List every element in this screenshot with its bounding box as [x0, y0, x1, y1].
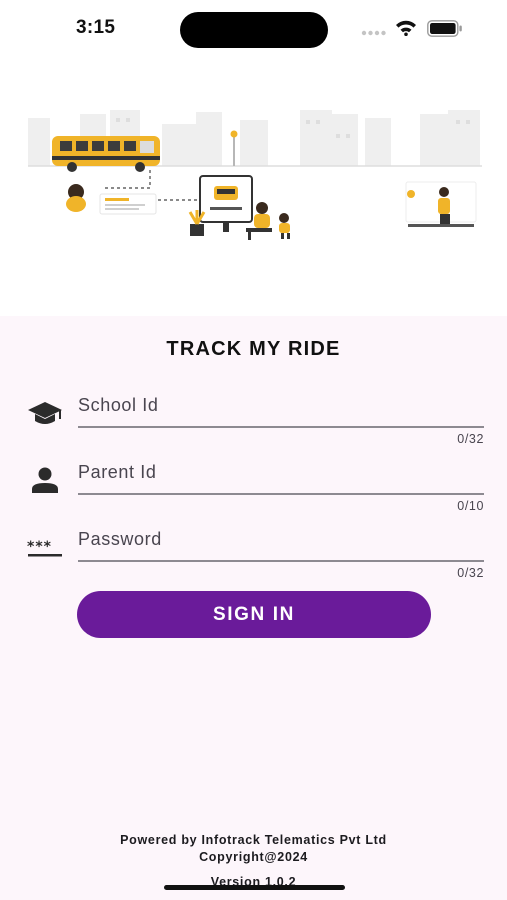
- battery-icon: [427, 20, 462, 37]
- parent-id-input[interactable]: [78, 459, 484, 485]
- parent-id-counter: 0/10: [457, 499, 484, 513]
- powered-by-text: Powered by Infotrack Telematics Pvt Ltd: [120, 833, 387, 847]
- status-bar: 3:15: [0, 0, 507, 58]
- school-id-input[interactable]: [78, 392, 484, 418]
- parent-id-underline: [78, 493, 484, 495]
- school-id-counter: 0/32: [457, 432, 484, 446]
- bus-tracking-illustration: [28, 110, 482, 240]
- status-time: 3:15: [76, 17, 116, 38]
- app-title: TRACK MY RIDE: [166, 338, 341, 360]
- home-indicator[interactable]: [164, 885, 345, 890]
- parent-id-field: 0/10: [78, 459, 484, 513]
- graduation-cap-icon: [28, 402, 62, 424]
- password-field: 0/32: [78, 526, 484, 580]
- dynamic-island: [180, 12, 328, 48]
- password-dots-icon: ***: [27, 539, 62, 557]
- cellular-signal-icon: [361, 30, 386, 36]
- password-input[interactable]: [78, 526, 484, 552]
- hero-illustration: [0, 58, 507, 316]
- password-counter: 0/32: [457, 566, 484, 580]
- password-underline: [78, 560, 484, 562]
- sign-in-button[interactable]: SIGN IN: [77, 591, 431, 638]
- school-id-underline: [78, 426, 484, 428]
- svg-text:***: ***: [27, 539, 52, 555]
- copyright-text: Copyright@2024: [199, 850, 308, 864]
- wifi-icon: [396, 20, 416, 36]
- school-id-field: 0/32: [78, 392, 484, 446]
- person-icon: [32, 467, 58, 493]
